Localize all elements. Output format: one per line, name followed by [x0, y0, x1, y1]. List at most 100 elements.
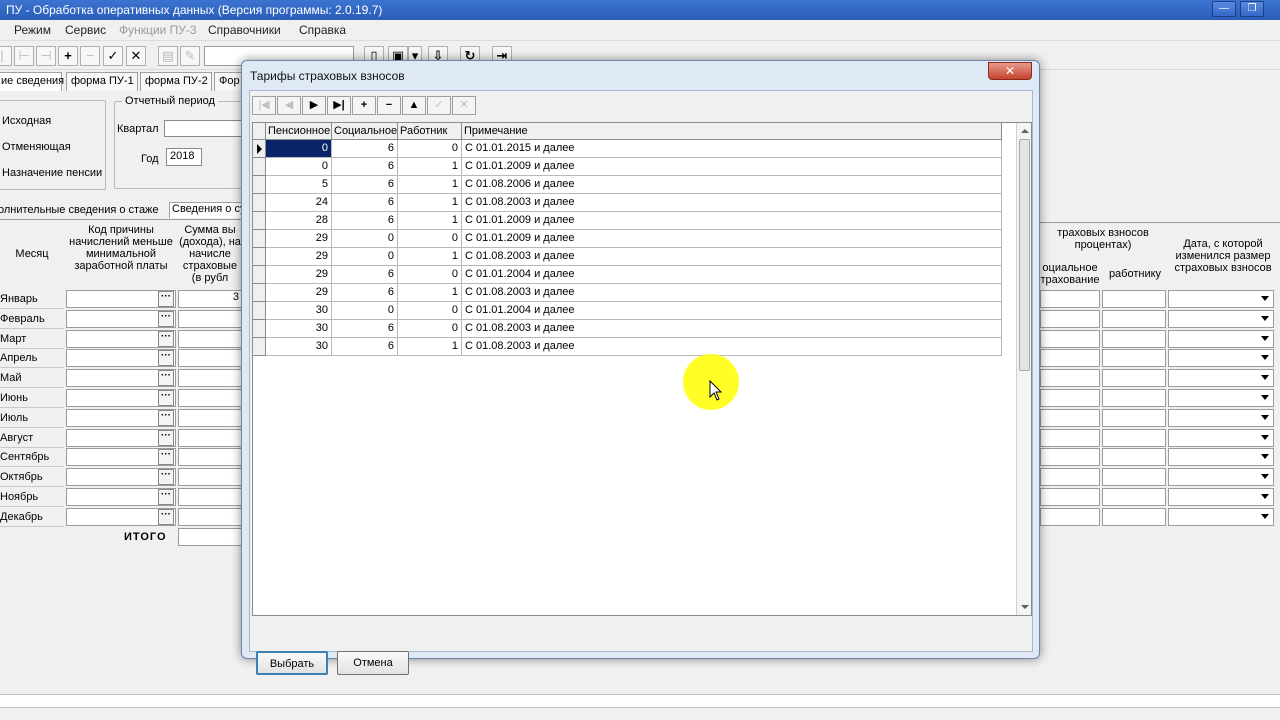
cell-note[interactable]: С 01.01.2015 и далее	[462, 140, 1002, 158]
cell-note[interactable]: С 01.01.2009 и далее	[462, 212, 1002, 230]
cell-pension[interactable]: 29	[266, 248, 332, 266]
cell-social[interactable]: 6	[332, 212, 398, 230]
cell-pension[interactable]: 29	[266, 266, 332, 284]
nav-next-button[interactable]: ▶	[302, 96, 326, 115]
cell-pension[interactable]: 30	[266, 302, 332, 320]
next-record-icon[interactable]: ⊣	[36, 46, 56, 66]
tariff-row[interactable]: 29 0 0 С 01.01.2009 и далее	[253, 230, 1003, 248]
row-indicator[interactable]	[253, 212, 266, 230]
ellipsis-button[interactable]: ···	[158, 330, 174, 347]
rate-change-date-select[interactable]	[1168, 448, 1274, 467]
dropdown-arrow-icon[interactable]	[1261, 513, 1269, 519]
tariff-row[interactable]: 29 6 1 С 01.08.2003 и далее	[253, 284, 1003, 302]
row-indicator[interactable]	[253, 230, 266, 248]
ellipsis-button[interactable]: ···	[158, 489, 174, 505]
ellipsis-button[interactable]: ···	[158, 409, 174, 426]
post-record-button[interactable]: ✓	[103, 46, 123, 66]
cell-pension[interactable]: 30	[266, 320, 332, 338]
row-indicator[interactable]	[253, 320, 266, 338]
tab-general-info[interactable]: ие сведения	[0, 72, 64, 91]
cell-worker[interactable]: 1	[398, 158, 462, 176]
cell-note[interactable]: С 01.01.2009 и далее	[462, 230, 1002, 248]
delete-record-button[interactable]: −	[80, 46, 100, 66]
worker-rate-cell[interactable]	[1102, 309, 1166, 328]
tariff-row[interactable]: 30 6 0 С 01.08.2003 и далее	[253, 320, 1003, 338]
rate-change-date-select[interactable]	[1168, 408, 1274, 427]
dropdown-arrow-icon[interactable]	[1261, 296, 1269, 301]
worker-rate-cell[interactable]	[1102, 408, 1166, 427]
col-note-header[interactable]: Примечание	[462, 123, 1002, 140]
tariff-row[interactable]: 24 6 1 С 01.08.2003 и далее	[253, 194, 1003, 212]
cell-worker[interactable]: 1	[398, 248, 462, 266]
cell-note[interactable]: С 01.08.2003 и далее	[462, 320, 1002, 338]
worker-rate-cell[interactable]	[1102, 428, 1166, 447]
dialog-close-button[interactable]: ✕	[988, 62, 1032, 80]
ellipsis-button[interactable]: ···	[158, 508, 174, 525]
nav-cancel-button[interactable]: ✕	[452, 96, 476, 115]
sum-cell[interactable]	[178, 389, 242, 407]
col-social-header[interactable]: Социальное	[332, 123, 398, 140]
sum-cell[interactable]	[178, 309, 242, 328]
rate-change-date-select[interactable]	[1168, 389, 1274, 407]
ellipsis-button[interactable]: ···	[158, 429, 174, 446]
cell-note[interactable]: С 01.08.2003 и далее	[462, 194, 1002, 212]
year-field[interactable]: 2018	[166, 148, 202, 166]
grid-vertical-scrollbar[interactable]	[1016, 123, 1031, 615]
ellipsis-button[interactable]: ···	[158, 291, 174, 307]
row-indicator[interactable]	[253, 284, 266, 302]
quarter-field[interactable]	[164, 120, 244, 137]
dropdown-arrow-icon[interactable]	[1261, 434, 1269, 440]
select-button[interactable]: Выбрать	[256, 651, 328, 675]
cell-note[interactable]: С 01.08.2003 и далее	[462, 248, 1002, 266]
ellipsis-button[interactable]: ···	[158, 390, 174, 406]
nav-last-button[interactable]: ▶|	[327, 96, 351, 115]
rate-change-date-select[interactable]	[1168, 507, 1274, 526]
dropdown-arrow-icon[interactable]	[1261, 494, 1269, 499]
menu-help[interactable]: Справка	[299, 23, 346, 37]
sum-cell[interactable]	[178, 488, 242, 506]
minimize-button[interactable]: —	[1212, 1, 1236, 17]
cell-worker[interactable]: 1	[398, 176, 462, 194]
doc-type-cancelling[interactable]: Отменяющая	[2, 141, 71, 153]
rate-change-date-select[interactable]	[1168, 488, 1274, 506]
social-rate-cell[interactable]	[1040, 488, 1100, 506]
sum-cell[interactable]	[178, 329, 242, 348]
social-rate-cell[interactable]	[1040, 389, 1100, 407]
menu-references[interactable]: Справочники	[208, 23, 281, 37]
dropdown-arrow-icon[interactable]	[1261, 335, 1269, 341]
nav-edit-button[interactable]: ▲	[402, 96, 426, 115]
tariff-row[interactable]: 28 6 1 С 01.01.2009 и далее	[253, 212, 1003, 230]
social-rate-cell[interactable]	[1040, 448, 1100, 467]
social-rate-cell[interactable]	[1040, 290, 1100, 308]
sum-cell[interactable]	[178, 468, 242, 487]
sum-cell[interactable]: 3	[178, 290, 242, 308]
row-indicator[interactable]	[253, 302, 266, 320]
ellipsis-button[interactable]: ···	[158, 310, 174, 327]
row-indicator[interactable]	[253, 248, 266, 266]
social-rate-cell[interactable]	[1040, 329, 1100, 348]
social-rate-cell[interactable]	[1040, 408, 1100, 427]
worker-rate-cell[interactable]	[1102, 389, 1166, 407]
cell-pension[interactable]: 30	[266, 338, 332, 356]
cell-pension[interactable]: 29	[266, 230, 332, 248]
rate-change-date-select[interactable]	[1168, 428, 1274, 447]
nav-post-button[interactable]: ✓	[427, 96, 451, 115]
cell-worker[interactable]: 1	[398, 212, 462, 230]
nav-delete-button[interactable]: −	[377, 96, 401, 115]
cell-worker[interactable]: 1	[398, 338, 462, 356]
subtab-summary[interactable]: Сведения о су	[169, 202, 249, 218]
cell-social[interactable]: 6	[332, 176, 398, 194]
row-indicator[interactable]	[253, 194, 266, 212]
row-indicator[interactable]	[253, 158, 266, 176]
worker-rate-cell[interactable]	[1102, 488, 1166, 506]
cell-social[interactable]: 6	[332, 158, 398, 176]
social-rate-cell[interactable]	[1040, 349, 1100, 368]
cell-social[interactable]: 0	[332, 248, 398, 266]
add-record-button[interactable]: +	[58, 46, 78, 66]
worker-rate-cell[interactable]	[1102, 468, 1166, 487]
cell-note[interactable]: С 01.08.2003 и далее	[462, 338, 1002, 356]
cell-pension[interactable]: 24	[266, 194, 332, 212]
row-indicator[interactable]	[253, 266, 266, 284]
scroll-down-icon[interactable]	[1021, 605, 1029, 609]
social-rate-cell[interactable]	[1040, 468, 1100, 487]
